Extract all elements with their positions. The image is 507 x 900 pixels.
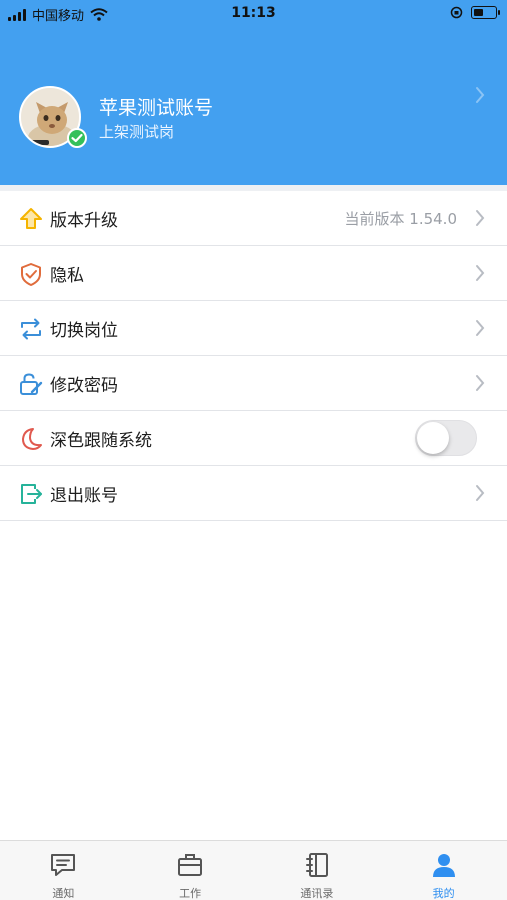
menu-item-switch-position[interactable]: 切换岗位: [0, 301, 507, 356]
menu-label: 修改密码: [50, 376, 118, 396]
tab-work[interactable]: 工作: [127, 841, 254, 900]
moon-icon: [22, 428, 42, 450]
menu-item-logout[interactable]: 退出账号: [0, 466, 507, 521]
tab-notifications[interactable]: 通知: [0, 841, 127, 900]
shield-icon: [21, 263, 41, 286]
lock-edit-icon: [20, 373, 43, 395]
menu-label: 深色跟随系统: [50, 431, 152, 451]
menu-item-dark-mode: 深色跟随系统: [0, 411, 507, 466]
logout-icon: [21, 484, 42, 504]
briefcase-icon: [178, 854, 203, 876]
profile-header: 中国移动 11:13 苹果测试账号 上架测试岗: [0, 0, 507, 185]
chevron-right-icon: [476, 87, 485, 103]
dark-mode-toggle[interactable]: [415, 420, 477, 456]
menu-label: 切换岗位: [50, 321, 118, 341]
tab-label: 我的: [432, 887, 455, 900]
chevron-right-icon: [476, 375, 485, 391]
switch-icon: [21, 318, 41, 340]
chevron-right-icon: [476, 210, 485, 226]
menu-label: 版本升级: [50, 211, 118, 231]
battery-icon: [471, 6, 500, 19]
status-time: 11:13: [231, 5, 276, 21]
status-bar: 中国移动 11:13: [0, 0, 507, 28]
tab-label: 通知: [52, 887, 75, 900]
verified-badge-icon: [67, 128, 87, 148]
settings-menu: 版本升级 当前版本 1.54.0 隐私 切换岗位 修改密码 深色跟随系统 退出账…: [0, 191, 507, 521]
tab-label: 工作: [179, 887, 202, 900]
menu-label: 退出账号: [50, 486, 118, 506]
profile-row[interactable]: 苹果测试账号 上架测试岗: [0, 80, 507, 156]
bottom-tab-bar: 通知 工作 通讯录 我的: [0, 840, 507, 900]
upgrade-arrow-icon: [20, 208, 42, 229]
chevron-right-icon: [476, 320, 485, 336]
battery-fill: [473, 8, 483, 16]
check-icon: [71, 133, 83, 143]
profile-name: 苹果测试账号: [99, 97, 214, 119]
orientation-lock-icon: [450, 6, 463, 19]
tab-label: 通讯录: [300, 887, 334, 900]
tab-me[interactable]: 我的: [380, 841, 507, 900]
menu-item-privacy[interactable]: 隐私: [0, 246, 507, 301]
status-right: [450, 6, 500, 19]
chevron-right-icon: [476, 265, 485, 281]
menu-item-change-password[interactable]: 修改密码: [0, 356, 507, 411]
profile-role: 上架测试岗: [99, 123, 175, 141]
tab-contacts[interactable]: 通讯录: [254, 841, 381, 900]
chevron-right-icon: [476, 485, 485, 501]
chat-icon: [51, 854, 76, 876]
person-icon: [432, 854, 455, 877]
app-version: 当前版本 1.54.0: [344, 210, 457, 228]
menu-label: 隐私: [50, 266, 84, 286]
menu-item-version-upgrade[interactable]: 版本升级 当前版本 1.54.0: [0, 191, 507, 246]
contacts-book-icon: [305, 853, 328, 877]
toggle-knob: [417, 422, 449, 454]
